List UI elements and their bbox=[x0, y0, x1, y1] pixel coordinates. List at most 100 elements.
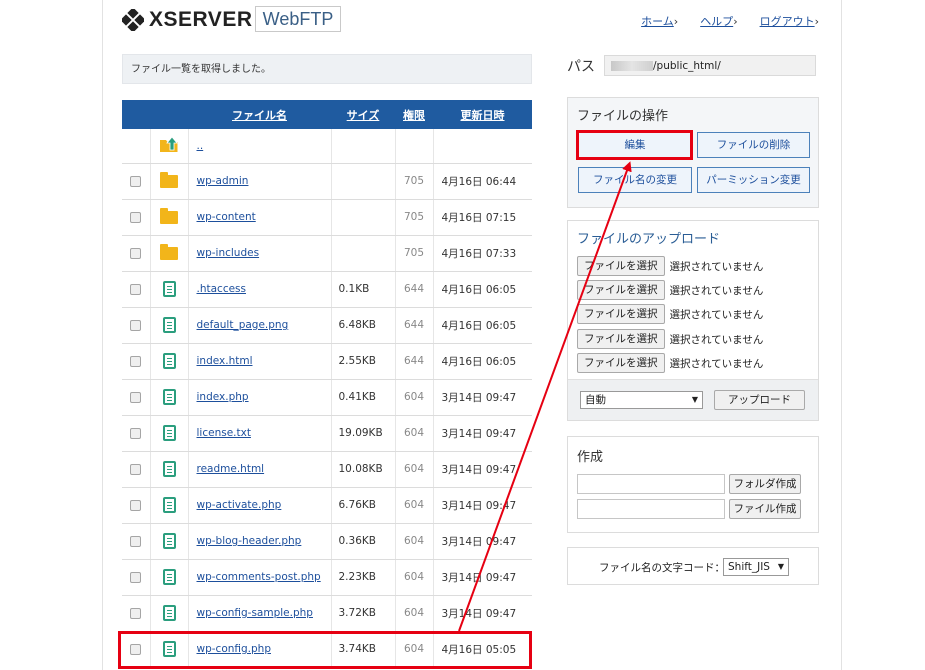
col-permission[interactable]: 権限 bbox=[395, 100, 433, 129]
transfer-mode-select[interactable]: 自動 ▼ bbox=[580, 391, 703, 409]
file-size bbox=[331, 163, 396, 200]
file-permission: 705 bbox=[395, 199, 434, 236]
file-permission: 705 bbox=[395, 163, 434, 200]
encoding-label: ファイル名の文字コード： bbox=[599, 562, 725, 574]
file-size bbox=[331, 235, 396, 272]
dropdown-arrow-icon: ▼ bbox=[691, 395, 698, 404]
file-name-link[interactable]: wp-includes bbox=[197, 247, 260, 259]
path-field: /public_html/ bbox=[604, 55, 816, 76]
encoding-select[interactable]: Shift_JIS ▼ bbox=[723, 558, 789, 576]
file-name-link[interactable]: wp-config.php bbox=[197, 643, 272, 655]
file-modified: 3月14日 09:47 bbox=[433, 559, 532, 596]
chevron-right-icon: › bbox=[673, 15, 679, 28]
col-modified[interactable]: 更新日時 bbox=[433, 100, 532, 129]
no-file-text: 選択されていません bbox=[669, 357, 764, 370]
nav-logout[interactable]: ログアウト› bbox=[760, 13, 819, 29]
file-name-link[interactable]: wp-content bbox=[197, 211, 256, 223]
file-name-input[interactable] bbox=[577, 499, 725, 519]
rename-file-button[interactable]: ファイル名の変更 bbox=[578, 167, 692, 193]
col-filename[interactable]: ファイル名 bbox=[188, 100, 331, 129]
file-name-link[interactable]: readme.html bbox=[197, 463, 265, 475]
file-chooser: ファイルを選択 選択されていません bbox=[577, 280, 763, 300]
upload-title: ファイルのアップロード bbox=[577, 232, 721, 247]
file-size: 19.09KB bbox=[331, 415, 396, 452]
file-chooser: ファイルを選択 選択されていません bbox=[577, 304, 763, 324]
file-modified: 4月16日 06:05 bbox=[433, 343, 532, 380]
row-checkbox[interactable] bbox=[130, 463, 142, 475]
create-folder-button[interactable]: フォルダ作成 bbox=[729, 474, 801, 494]
row-checkbox[interactable] bbox=[130, 643, 142, 655]
file-icon bbox=[162, 353, 176, 369]
file-chooser: ファイルを選択 選択されていません bbox=[577, 353, 763, 373]
table-row: wp-config.php 3.74KB 604 4月16日 05:05 bbox=[122, 631, 532, 668]
row-checkbox[interactable] bbox=[130, 355, 142, 367]
file-modified: 3月14日 09:47 bbox=[433, 415, 532, 452]
file-name-link[interactable]: index.html bbox=[197, 355, 253, 367]
no-file-text: 選択されていません bbox=[669, 260, 764, 273]
file-name-link[interactable]: license.txt bbox=[197, 427, 251, 439]
table-row: license.txt 19.09KB 604 3月14日 09:47 bbox=[122, 415, 532, 452]
file-name-link[interactable]: wp-activate.php bbox=[197, 499, 282, 511]
choose-file-button[interactable]: ファイルを選択 bbox=[577, 304, 665, 324]
folder-icon bbox=[160, 171, 178, 188]
row-checkbox[interactable] bbox=[130, 391, 142, 403]
file-name-link[interactable]: wp-config-sample.php bbox=[197, 607, 313, 619]
file-permission: 604 bbox=[395, 487, 434, 524]
col-size[interactable]: サイズ bbox=[331, 100, 395, 129]
row-checkbox[interactable] bbox=[130, 571, 142, 583]
delete-file-button[interactable]: ファイルの削除 bbox=[697, 132, 810, 158]
create-title: 作成 bbox=[577, 450, 604, 465]
row-checkbox[interactable] bbox=[130, 175, 142, 187]
change-permission-button[interactable]: パーミッション変更 bbox=[697, 167, 810, 193]
file-permission: 705 bbox=[395, 235, 434, 272]
row-checkbox[interactable] bbox=[130, 211, 142, 223]
file-permission: 604 bbox=[395, 451, 434, 488]
folder-name-input[interactable] bbox=[577, 474, 725, 494]
file-name-link[interactable]: wp-blog-header.php bbox=[197, 535, 302, 547]
file-modified: 4月16日 07:15 bbox=[433, 199, 532, 236]
file-permission: 604 bbox=[395, 559, 434, 596]
file-table: ファイル名 サイズ 権限 更新日時 .. wp-admin 705 4月16日 06… bbox=[122, 100, 532, 668]
upload-button[interactable]: アップロード bbox=[714, 390, 805, 410]
choose-file-button[interactable]: ファイルを選択 bbox=[577, 256, 665, 276]
choose-file-button[interactable]: ファイルを選択 bbox=[577, 280, 665, 300]
file-name-link[interactable]: default_page.png bbox=[197, 319, 289, 331]
status-message: ファイル一覧を取得しました。 bbox=[122, 54, 532, 84]
choose-file-button[interactable]: ファイルを選択 bbox=[577, 329, 665, 349]
file-name-link[interactable]: .htaccess bbox=[197, 283, 247, 295]
file-modified: 3月14日 09:47 bbox=[433, 379, 532, 416]
file-modified: 4月16日 07:33 bbox=[433, 235, 532, 272]
row-checkbox[interactable] bbox=[130, 247, 142, 259]
table-header: ファイル名 サイズ 権限 更新日時 bbox=[122, 100, 532, 129]
table-row: index.php 0.41KB 604 3月14日 09:47 bbox=[122, 379, 532, 416]
nav-help[interactable]: ヘルプ› bbox=[700, 13, 737, 29]
row-checkbox[interactable] bbox=[130, 499, 142, 511]
row-checkbox[interactable] bbox=[130, 319, 142, 331]
parent-dir-link[interactable]: .. bbox=[197, 140, 204, 152]
table-row: default_page.png 6.48KB 644 4月16日 06:05 bbox=[122, 307, 532, 344]
row-checkbox[interactable] bbox=[130, 283, 142, 295]
row-checkbox[interactable] bbox=[130, 607, 142, 619]
edit-button[interactable]: 編集 bbox=[578, 132, 692, 158]
file-icon bbox=[162, 389, 176, 405]
file-modified: 3月14日 09:47 bbox=[433, 451, 532, 488]
folder-icon bbox=[160, 243, 178, 260]
table-row: wp-includes 705 4月16日 07:33 bbox=[122, 235, 532, 272]
file-modified: 4月16日 05:05 bbox=[433, 631, 532, 668]
no-file-text: 選択されていません bbox=[669, 308, 764, 321]
no-file-text: 選択されていません bbox=[669, 333, 764, 346]
file-operations-title: ファイルの操作 bbox=[577, 109, 669, 124]
choose-file-button[interactable]: ファイルを選択 bbox=[577, 353, 665, 373]
upload-panel: ファイルのアップロード ファイルを選択 選択されていません ファイルを選択 選択され… bbox=[567, 220, 819, 421]
file-name-link[interactable]: wp-comments-post.php bbox=[197, 571, 321, 583]
file-modified: 3月14日 09:47 bbox=[433, 487, 532, 524]
file-icon bbox=[162, 533, 176, 549]
file-operations-panel: ファイルの操作 編集 ファイルの削除 ファイル名の変更 パーミッション変更 bbox=[567, 97, 819, 208]
create-file-button[interactable]: ファイル作成 bbox=[729, 499, 801, 519]
parent-folder-up-icon[interactable] bbox=[159, 136, 179, 156]
file-name-link[interactable]: wp-admin bbox=[197, 175, 249, 187]
file-name-link[interactable]: index.php bbox=[197, 391, 249, 403]
row-checkbox[interactable] bbox=[130, 427, 142, 439]
row-checkbox[interactable] bbox=[130, 535, 142, 547]
nav-home[interactable]: ホーム› bbox=[641, 13, 678, 29]
